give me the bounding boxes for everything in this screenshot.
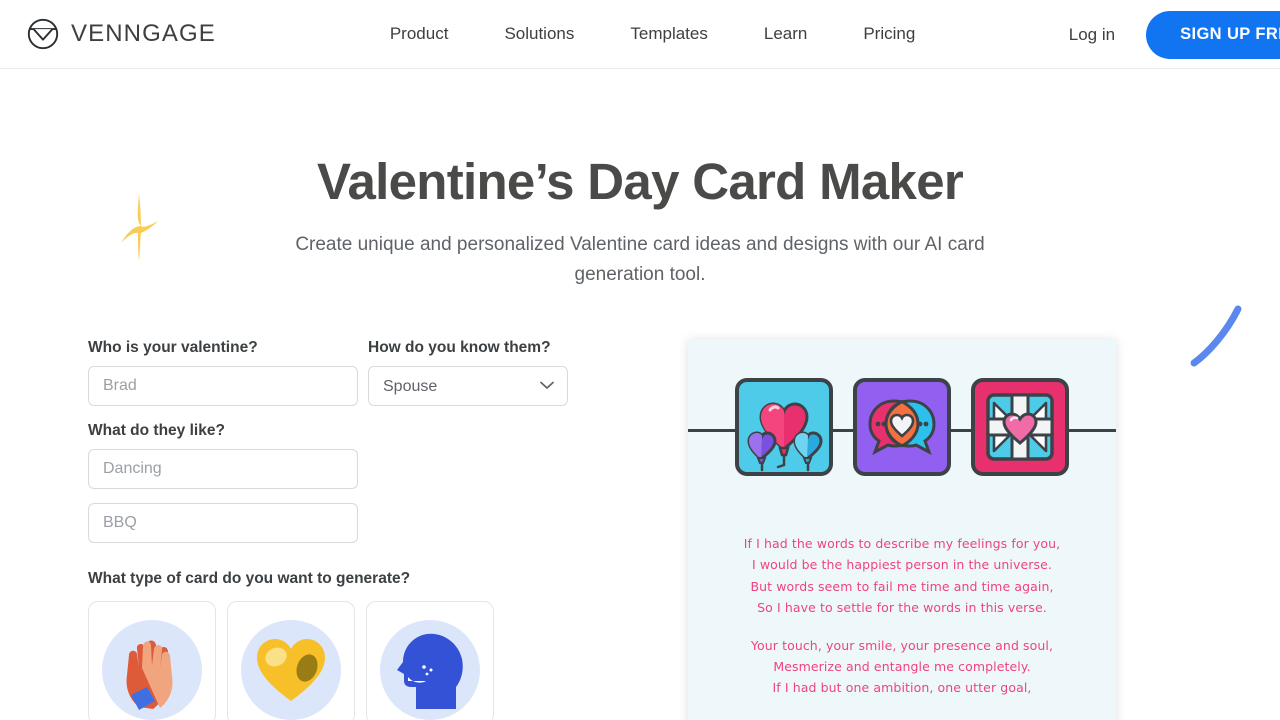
field-label-relationship: How do you know them?	[368, 339, 551, 357]
site-header: VENNGAGE Product Solutions Templates Lea…	[0, 0, 1280, 69]
relationship-select[interactable]: Spouse	[368, 366, 568, 407]
hero-section: Valentine’s Day Card Maker Create unique…	[0, 69, 1280, 289]
card-type-option-high-five[interactable]	[88, 601, 216, 720]
poem-line: I would be the happiest person in the un…	[751, 557, 1053, 573]
header-actions: Log in SIGN UP FREE	[1065, 0, 1280, 69]
generator-content: Who is your valentine? How do you know t…	[0, 339, 1280, 720]
field-label-valentine: Who is your valentine?	[88, 339, 258, 357]
poem-line: Mesmerize and entangle me completely.	[773, 658, 1031, 674]
likes-input-2[interactable]	[88, 503, 358, 544]
nav-item-learn[interactable]: Learn	[736, 16, 835, 52]
nav-item-product[interactable]: Product	[362, 16, 477, 52]
field-card-type: What type of card do you want to generat…	[88, 570, 688, 720]
poem-line: If I had the words to describe my feelin…	[743, 536, 1061, 552]
heart-balloons-icon	[734, 377, 834, 482]
generated-card-preview[interactable]: If I had the words to describe my feelin…	[688, 339, 1116, 720]
card-type-option-speaking-head[interactable]	[366, 601, 494, 720]
poem-line: But words seem to fail me time and time …	[750, 578, 1054, 594]
nav-item-templates[interactable]: Templates	[602, 16, 735, 52]
field-relationship: How do you know them? Spouse	[368, 339, 568, 407]
field-label-likes: What do they like?	[88, 422, 225, 440]
gift-box-heart-icon	[970, 377, 1070, 482]
form-row-top: Who is your valentine? How do you know t…	[88, 339, 688, 407]
page-body: Valentine’s Day Card Maker Create unique…	[0, 69, 1280, 720]
login-link[interactable]: Log in	[1065, 17, 1119, 53]
venn-circle-logo-icon	[26, 17, 60, 51]
poem-stanza: Your touch, your smile, your presence an…	[688, 635, 1116, 698]
valentine-name-input[interactable]	[88, 366, 358, 407]
brush-stroke-icon	[1188, 301, 1250, 378]
yellow-heart-icon	[241, 620, 341, 720]
field-likes: What do they like?	[88, 422, 358, 544]
field-label-card-type: What type of card do you want to generat…	[88, 570, 411, 588]
speech-bubbles-heart-icon	[852, 377, 952, 482]
card-type-options	[88, 601, 688, 720]
card-illustration-row	[688, 377, 1116, 482]
page-title: Valentine’s Day Card Maker	[316, 153, 964, 210]
brand-logo[interactable]: VENNGAGE	[26, 17, 216, 51]
likes-input-1[interactable]	[88, 449, 358, 490]
poem-line: Your touch, your smile, your presence an…	[750, 637, 1054, 653]
sparkle-star-icon	[108, 191, 166, 268]
brand-name: VENNGAGE	[71, 20, 216, 47]
poem-line: If I had but one ambition, one utter goa…	[772, 680, 1032, 696]
field-valentine: Who is your valentine?	[88, 339, 358, 407]
card-type-option-heart[interactable]	[227, 601, 355, 720]
speaking-head-icon	[380, 620, 480, 720]
card-preview-panel: If I had the words to describe my feelin…	[688, 339, 1116, 720]
nav-item-solutions[interactable]: Solutions	[476, 16, 602, 52]
nav-item-pricing[interactable]: Pricing	[835, 16, 943, 52]
main-navigation: Product Solutions Templates Learn Pricin…	[362, 16, 943, 52]
page-subtitle: Create unique and personalized Valentine…	[295, 234, 985, 285]
poem-stanza: If I had the words to describe my feelin…	[688, 533, 1116, 618]
high-five-hands-icon	[102, 620, 202, 720]
card-form: Who is your valentine? How do you know t…	[88, 339, 688, 720]
poem-line: So I have to settle for the words in thi…	[757, 599, 1047, 615]
card-poem: If I had the words to describe my feelin…	[688, 533, 1116, 698]
signup-free-button[interactable]: SIGN UP FREE	[1146, 10, 1280, 59]
